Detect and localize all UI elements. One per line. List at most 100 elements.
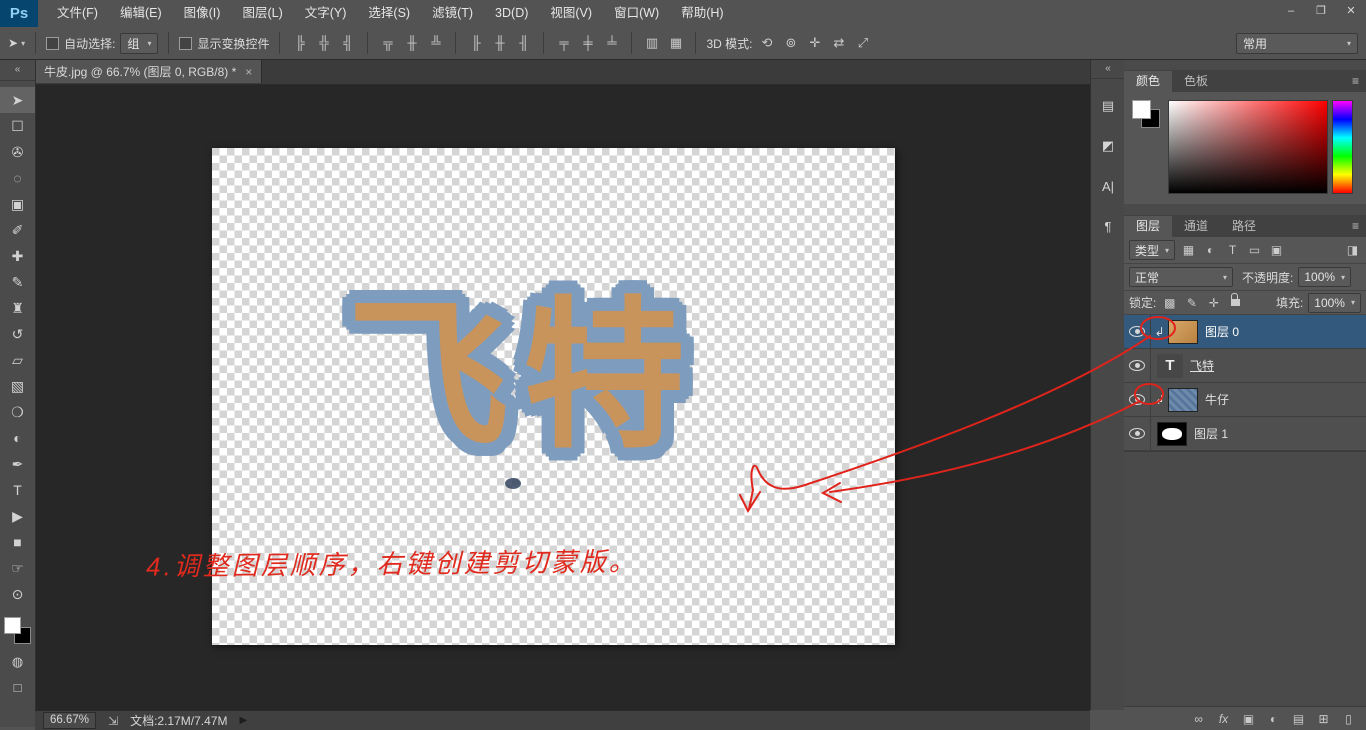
show-transform-checkbox[interactable]: [179, 36, 193, 50]
tab-layers[interactable]: 图层: [1124, 216, 1173, 237]
tab-paths[interactable]: 路径: [1220, 216, 1269, 237]
adjustment-layer-icon[interactable]: ◐: [1262, 712, 1285, 726]
menu-item-file[interactable]: 文件(F): [46, 0, 109, 27]
auto-align-icon[interactable]: ▥: [642, 33, 661, 53]
tool-marquee[interactable]: ☐: [0, 113, 35, 139]
tool-clone-stamp[interactable]: ♜: [0, 295, 35, 321]
distribute-center-h-icon[interactable]: ╫: [490, 33, 509, 53]
menu-item-select[interactable]: 选择(S): [357, 0, 421, 27]
menu-item-filter[interactable]: 滤镜(T): [421, 0, 484, 27]
character-panel-icon[interactable]: A|: [1091, 169, 1125, 203]
expand-panels-icon[interactable]: «: [1091, 60, 1125, 79]
layer-name[interactable]: 图层 1: [1194, 425, 1228, 442]
hue-slider[interactable]: [1332, 100, 1353, 194]
distribute-bottom-icon[interactable]: ╧: [602, 33, 621, 53]
tool-quick-selection[interactable]: ◌: [0, 165, 35, 191]
menu-item-view[interactable]: 视图(V): [539, 0, 603, 27]
3d-scale-icon[interactable]: ⤢: [853, 33, 872, 53]
filter-adjustment-layers-icon[interactable]: ◐: [1202, 243, 1219, 257]
tab-close-icon[interactable]: ×: [245, 65, 252, 79]
align-top-edges-icon[interactable]: ╦: [378, 33, 397, 53]
tool-crop[interactable]: ▣: [0, 191, 35, 217]
tool-move[interactable]: ➤: [0, 87, 35, 113]
filter-type-dropdown[interactable]: 类型 ▾: [1129, 240, 1176, 260]
lock-all-icon[interactable]: [1231, 293, 1241, 306]
canvas-area[interactable]: 飞特: [35, 84, 1090, 710]
menu-item-help[interactable]: 帮助(H): [670, 0, 734, 27]
quick-mask-icon[interactable]: ◍: [12, 654, 23, 670]
tool-type[interactable]: T: [0, 477, 35, 503]
menu-item-layer[interactable]: 图层(L): [231, 0, 293, 27]
workspace-switcher[interactable]: 常用 ▾: [1236, 32, 1358, 54]
tool-eyedropper[interactable]: ✐: [0, 217, 35, 243]
layer-row-niuzai[interactable]: ↲ 牛仔: [1124, 383, 1366, 417]
distribute-left-icon[interactable]: ╟: [466, 33, 485, 53]
layer-name[interactable]: 飞特: [1190, 357, 1214, 374]
visibility-toggle[interactable]: [1124, 417, 1151, 450]
delete-layer-icon[interactable]: ▯: [1337, 712, 1360, 726]
mask-layer-thumbnail[interactable]: [1157, 421, 1187, 446]
tool-eraser[interactable]: ▱: [0, 347, 35, 373]
auto-select-checkbox[interactable]: [46, 36, 60, 50]
restore-button[interactable]: ❐: [1306, 2, 1336, 21]
screen-mode-icon[interactable]: □: [14, 680, 22, 695]
visibility-toggle[interactable]: [1124, 383, 1151, 416]
auto-select-dropdown[interactable]: 组 ▾: [120, 32, 159, 54]
doc-flyout-icon[interactable]: ⇲: [108, 714, 118, 728]
close-button[interactable]: ✕: [1336, 2, 1366, 21]
opacity-dropdown[interactable]: 100% ▾: [1298, 267, 1352, 287]
tab-channels[interactable]: 通道: [1172, 216, 1221, 237]
visibility-toggle[interactable]: [1124, 315, 1151, 348]
tool-hand[interactable]: ☞: [0, 555, 35, 581]
foreground-color-swatch[interactable]: [4, 617, 21, 634]
foreground-background-swatches[interactable]: [4, 617, 31, 644]
layer-row-layer1[interactable]: 图层 1: [1124, 417, 1366, 451]
minimize-button[interactable]: –: [1276, 2, 1306, 21]
layer-name[interactable]: 牛仔: [1205, 391, 1229, 408]
lock-transparent-icon[interactable]: ▩: [1161, 296, 1178, 310]
layer-row-layer0[interactable]: ↲ 图层 0: [1124, 315, 1366, 349]
link-layers-icon[interactable]: ∞: [1187, 712, 1210, 726]
align-right-edges-icon[interactable]: ╣: [338, 33, 357, 53]
new-layer-icon[interactable]: ⊞: [1312, 712, 1335, 726]
foreground-color-swatch[interactable]: [1132, 100, 1151, 119]
tool-lasso[interactable]: ✇: [0, 139, 35, 165]
add-layer-mask-icon[interactable]: ▣: [1237, 712, 1260, 726]
new-group-icon[interactable]: ▤: [1287, 712, 1310, 726]
3d-roll-icon[interactable]: ⊚: [781, 33, 800, 53]
auto-distribute-icon[interactable]: ▦: [666, 33, 685, 53]
tool-path-selection[interactable]: ▶: [0, 503, 35, 529]
paragraph-panel-icon[interactable]: ¶: [1091, 209, 1125, 243]
tool-shape[interactable]: ■: [0, 529, 35, 555]
tool-pen[interactable]: ✒: [0, 451, 35, 477]
filter-toggle-icon[interactable]: ◨: [1344, 243, 1361, 257]
distribute-right-icon[interactable]: ╢: [514, 33, 533, 53]
lock-pixels-icon[interactable]: ✎: [1183, 296, 1200, 310]
collapse-tools-icon[interactable]: «: [0, 60, 35, 81]
menu-item-image[interactable]: 图像(I): [173, 0, 232, 27]
align-center-v-icon[interactable]: ╫: [402, 33, 421, 53]
blend-mode-dropdown[interactable]: 正常 ▾: [1129, 267, 1233, 287]
layer-name[interactable]: 图层 0: [1205, 323, 1239, 340]
layer-thumbnail[interactable]: [1168, 387, 1198, 412]
layer-style-icon[interactable]: fx: [1212, 712, 1235, 726]
layer-thumbnail[interactable]: [1168, 319, 1198, 344]
panel-menu-icon[interactable]: ≡: [1345, 71, 1366, 92]
3d-rotate-icon[interactable]: ⟲: [757, 33, 776, 53]
menu-item-type[interactable]: 文字(Y): [294, 0, 358, 27]
tool-healing-brush[interactable]: ✚: [0, 243, 35, 269]
3d-drag-icon[interactable]: ✛: [805, 33, 824, 53]
lock-position-icon[interactable]: ✛: [1205, 296, 1222, 310]
3d-slide-icon[interactable]: ⇄: [829, 33, 848, 53]
tool-dodge[interactable]: ◐: [0, 425, 35, 451]
tool-preset-picker[interactable]: ➤ ▾: [8, 36, 25, 50]
panel-menu-icon[interactable]: ≡: [1345, 216, 1366, 237]
align-left-edges-icon[interactable]: ╠: [290, 33, 309, 53]
tool-zoom[interactable]: ⊙: [0, 581, 35, 607]
fill-dropdown[interactable]: 100% ▾: [1308, 292, 1361, 313]
fg-bg-mini-swatches[interactable]: [1132, 100, 1160, 128]
filter-smart-objects-icon[interactable]: ▣: [1268, 243, 1285, 257]
menu-item-window[interactable]: 窗口(W): [603, 0, 670, 27]
tool-history-brush[interactable]: ↺: [0, 321, 35, 347]
menu-item-edit[interactable]: 编辑(E): [109, 0, 173, 27]
